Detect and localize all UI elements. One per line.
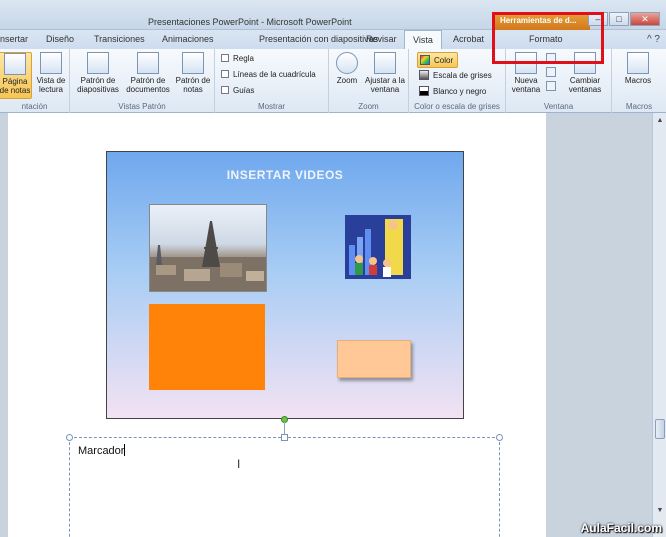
tab-acrobat[interactable]: Acrobat [453, 34, 484, 44]
group-label: Mostrar [257, 102, 286, 111]
tab-revisar[interactable]: Revisar [366, 34, 397, 44]
close-button[interactable]: ✕ [630, 12, 660, 26]
resize-handle-top[interactable] [281, 434, 288, 441]
group-label: Vistas Patrón [118, 102, 166, 111]
notes-placeholder[interactable]: Marcador [69, 437, 500, 537]
reading-view-button[interactable]: Vista de lectura [34, 52, 68, 94]
checkbox-box [221, 86, 229, 94]
maximize-button[interactable]: □ [609, 12, 629, 26]
people-chart-icon [345, 215, 411, 279]
notes-text[interactable]: Marcador [78, 444, 126, 457]
zoom-button[interactable]: Zoom [333, 52, 361, 85]
tab-animaciones[interactable]: Animaciones [162, 34, 214, 44]
ruler-checkbox[interactable]: Regla [221, 54, 254, 63]
business-clipart[interactable] [345, 215, 411, 279]
window-title: Presentaciones PowerPoint - Microsoft Po… [148, 17, 352, 27]
notes-master-icon [182, 52, 204, 74]
tab-presentacion[interactable]: Presentación con diapositivas [259, 34, 378, 44]
tab-vista[interactable]: Vista [404, 30, 442, 49]
tab-diseno[interactable]: Diseño [46, 34, 74, 44]
scroll-up-icon[interactable]: ▲ [654, 115, 666, 127]
scroll-down-icon[interactable]: ▼ [654, 505, 666, 517]
handout-master-icon [137, 52, 159, 74]
grayscale-button[interactable]: Escala de grises [417, 68, 496, 82]
slide-title: INSERTAR VIDEOS [226, 168, 344, 182]
grayscale-swatch-icon [419, 70, 429, 80]
resize-handle-top-left[interactable] [66, 434, 73, 441]
slide-thumbnail[interactable]: INSERTAR VIDEOS [106, 151, 464, 419]
notes-page-icon [4, 53, 26, 75]
group-label: Color o escala de grises [414, 102, 500, 111]
tab-insertar[interactable]: nsertar [0, 34, 28, 44]
guides-checkbox[interactable]: Guías [221, 86, 254, 95]
group-presentation-views: Página de notas Vista de lectura ntación [0, 49, 70, 113]
group-macros: Macros Macros [612, 49, 666, 113]
notes-master-button[interactable]: Patrón de notas [174, 52, 212, 94]
watermark-logo: AulaFacil.com [580, 521, 662, 535]
macros-button[interactable]: Macros [618, 52, 658, 85]
city-photo[interactable] [149, 204, 267, 292]
handout-master-button[interactable]: Patrón de documentos [124, 52, 172, 94]
eiffel-tower-icon [150, 221, 266, 291]
cascade-icon[interactable] [546, 67, 556, 77]
group-label: ntación [21, 102, 48, 111]
group-show: Regla Líneas de la cuadrícula Guías Most… [215, 49, 329, 113]
group-label: Ventana [543, 102, 574, 111]
checkbox-box [221, 54, 229, 62]
gridlines-checkbox[interactable]: Líneas de la cuadrícula [221, 70, 316, 79]
slide-master-button[interactable]: Patrón de diapositivas [74, 52, 122, 94]
black-white-button[interactable]: Blanco y negro [417, 84, 490, 98]
ibeam-cursor-icon: I [237, 457, 241, 471]
fit-window-button[interactable]: Ajustar a la ventana [363, 52, 407, 94]
reading-view-icon [40, 52, 62, 74]
color-button[interactable]: Color [417, 52, 459, 68]
group-zoom: Zoom Ajustar a la ventana Zoom [329, 49, 409, 113]
scroll-thumb[interactable] [655, 419, 665, 439]
help-icon[interactable]: ^ ? [647, 34, 660, 45]
fit-window-icon [374, 52, 396, 74]
zoom-icon [336, 52, 358, 74]
tab-transiciones[interactable]: Transiciones [94, 34, 145, 44]
peach-rectangle[interactable] [337, 340, 411, 378]
text-caret [124, 444, 126, 456]
slide-master-icon [87, 52, 109, 74]
color-swatch-icon [420, 55, 430, 65]
move-split-icon[interactable] [546, 81, 556, 91]
notes-page-button[interactable]: Página de notas [0, 52, 32, 99]
macros-icon [627, 52, 649, 74]
notes-page: INSERTAR VIDEOS Marcador I [8, 113, 546, 537]
group-label: Macros [625, 102, 653, 111]
orange-rectangle[interactable] [149, 304, 265, 390]
group-master-views: Patrón de diapositivas Patrón de documen… [70, 49, 215, 113]
vertical-scrollbar[interactable]: ▲ ▼ [652, 113, 666, 537]
checkbox-box [221, 70, 229, 78]
group-label: Zoom [358, 102, 379, 111]
highlight-box [492, 12, 604, 64]
resize-handle-top-right[interactable] [496, 434, 503, 441]
work-area: INSERTAR VIDEOS Marcador I [0, 113, 652, 537]
black-white-swatch-icon [419, 86, 429, 96]
